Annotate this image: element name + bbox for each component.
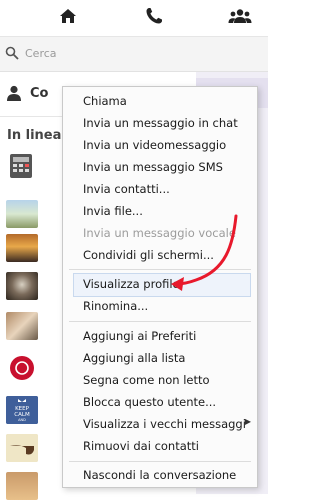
menu-item-videomessage[interactable]: Invia un videomessaggio [83, 135, 226, 155]
calls-button[interactable] [141, 5, 167, 27]
menu-separator [69, 321, 251, 322]
menu-item-hide-conversation[interactable]: Nascondi la conversazione [83, 465, 236, 485]
contact-avatar[interactable] [6, 434, 38, 462]
menu-item-add-favorites[interactable]: Aggiungi ai Preferiti [83, 326, 196, 346]
contact-avatar[interactable] [6, 234, 38, 262]
menu-item-send-file[interactable]: Invia file... [83, 201, 143, 221]
contact-avatar[interactable] [6, 354, 38, 382]
menu-item-mark-unread[interactable]: Segna come non letto [83, 370, 210, 390]
search-input[interactable]: Cerca [25, 47, 57, 60]
contact-avatar[interactable] [6, 312, 38, 340]
home-button[interactable] [55, 5, 81, 27]
triangle-right-icon: ▶ [244, 417, 251, 426]
menu-item-send-contacts[interactable]: Invia contatti... [83, 179, 170, 199]
pipe-icon [6, 434, 38, 462]
user-icon [7, 85, 21, 101]
menu-item-add-to-list[interactable]: Aggiungi alla lista [83, 348, 185, 368]
contact-avatar[interactable]: KEEP CALM AND [6, 396, 38, 424]
search-bar[interactable]: Cerca [0, 37, 268, 72]
menu-item-rename[interactable]: Rinomina... [83, 296, 148, 316]
home-icon [60, 9, 76, 23]
menu-item-block-user[interactable]: Blocca questo utente... [83, 392, 216, 412]
group-icon [228, 9, 252, 23]
phone-icon [146, 8, 162, 24]
online-section-label: In linea [7, 128, 62, 143]
svg-text:AND: AND [18, 418, 26, 422]
contact-context-menu: Chiama Invia un messaggio in chat Invia … [62, 86, 258, 488]
logo-icon [10, 356, 34, 380]
menu-separator [69, 461, 251, 462]
top-nav-bar [0, 0, 268, 37]
calculator-icon [10, 154, 32, 178]
contact-avatar[interactable] [6, 152, 38, 180]
search-icon [5, 46, 19, 60]
menu-item-view-profile[interactable]: Visualizza profilo [83, 274, 180, 294]
menu-item-sms[interactable]: Invia un messaggio SMS [83, 157, 223, 177]
menu-item-share-screen[interactable]: Condividi gli schermi... [83, 245, 214, 265]
contact-avatar[interactable] [6, 200, 38, 228]
menu-item-chiama[interactable]: Chiama [83, 91, 127, 111]
contacts-header-label: Co [30, 86, 49, 101]
menu-item-voice-message: Invia un messaggio vocale [83, 226, 236, 240]
menu-item-old-messages[interactable]: Visualizza i vecchi messaggi [83, 414, 246, 434]
contacts-group-button[interactable] [227, 5, 253, 27]
keep-calm-image: KEEP CALM AND [6, 396, 38, 424]
contact-avatar[interactable] [6, 472, 38, 500]
menu-separator [69, 269, 251, 270]
menu-item-chat[interactable]: Invia un messaggio in chat [83, 113, 238, 133]
menu-item-remove-contact[interactable]: Rimuovi dai contatti [83, 436, 199, 456]
contact-avatar[interactable] [6, 272, 38, 300]
